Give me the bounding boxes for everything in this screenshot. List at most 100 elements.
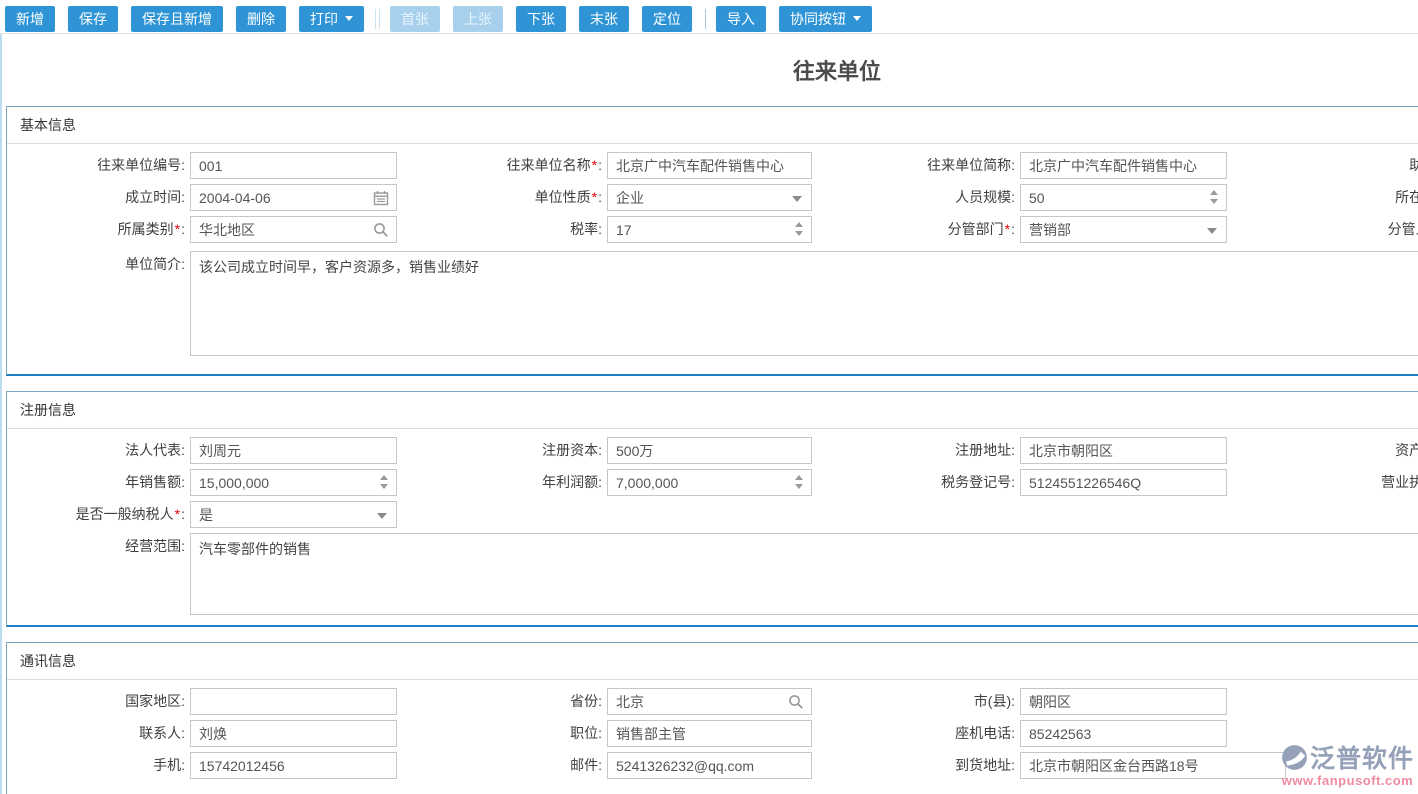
reg-capital-label: 注册资本:: [397, 437, 607, 464]
stepper-up-icon[interactable]: [795, 222, 803, 227]
number-stepper[interactable]: [795, 475, 803, 489]
basic-info-section-title: 基本信息: [7, 107, 1418, 144]
partner-code-field: [190, 152, 397, 179]
contact-person-input[interactable]: [191, 721, 396, 746]
form-row: 经营范围: 汽车零部件的销售: [7, 533, 1418, 615]
toolbar-divider: [375, 9, 380, 29]
position-input[interactable]: [608, 721, 811, 746]
tax-rate-input[interactable]: [608, 217, 811, 242]
tax-rate-label: 税率:: [397, 216, 607, 243]
tax-no-field: [1020, 469, 1227, 496]
legal-rep-input[interactable]: [191, 438, 396, 463]
toolbar: 新增 保存 保存且新增 删除 打印 首张 上张 下张 末张 定位 导入 协同按钮: [0, 0, 1418, 34]
partner-code-input[interactable]: [191, 153, 396, 178]
form-row: 国家地区: 省份: 市(县): 邮编:: [7, 688, 1418, 715]
intro-textarea[interactable]: 该公司成立时间早，客户资源多，销售业绩好: [190, 251, 1418, 356]
partner-name-label: 往来单位名称*:: [397, 152, 607, 179]
partner-name-input[interactable]: [608, 153, 811, 178]
fax-label: 传真:: [1260, 720, 1418, 747]
business-scope-textarea[interactable]: 汽车零部件的销售: [190, 533, 1418, 615]
business-scope-label: 经营范围:: [7, 533, 190, 560]
import-button[interactable]: 导入: [716, 6, 766, 32]
stepper-down-icon[interactable]: [795, 484, 803, 489]
print-button[interactable]: 打印: [299, 6, 364, 32]
number-stepper[interactable]: [795, 222, 803, 236]
country-input[interactable]: [191, 689, 396, 714]
stepper-up-icon[interactable]: [795, 475, 803, 480]
search-icon[interactable]: [373, 222, 389, 238]
stepper-up-icon[interactable]: [380, 475, 388, 480]
prev-record-button[interactable]: 上张: [453, 6, 503, 32]
mobile-field: [190, 752, 397, 779]
form-row: 法人代表: 注册资本: 注册地址: 资产规模:: [7, 437, 1418, 464]
reg-address-field: [1020, 437, 1227, 464]
stepper-down-icon[interactable]: [380, 484, 388, 489]
contact-info-section: 通讯信息 国家地区: 省份: 市(县): 邮编: 联系人: 职位: 座机电话:: [6, 642, 1418, 794]
save-and-new-button[interactable]: 保存且新增: [131, 6, 223, 32]
staff-size-input[interactable]: [1021, 185, 1226, 210]
mobile-input[interactable]: [191, 753, 396, 778]
email-input[interactable]: [608, 753, 811, 778]
dept-label: 分管部门*:: [812, 216, 1020, 243]
calendar-icon[interactable]: [373, 190, 389, 206]
basic-info-section: 基本信息 往来单位编号: 往来单位名称*: 往来单位简称: 助记码: 成立时间:…: [6, 106, 1418, 376]
category-label: 所属类别*:: [7, 216, 190, 243]
annual-profit-input[interactable]: [608, 470, 811, 495]
legal-rep-label: 法人代表:: [7, 437, 190, 464]
partner-shortname-input[interactable]: [1021, 153, 1226, 178]
contact-person-field: [190, 720, 397, 747]
email-field: [607, 752, 812, 779]
assets-label: 资产规模:: [1260, 437, 1418, 464]
locate-button[interactable]: 定位: [642, 6, 692, 32]
delete-button[interactable]: 删除: [236, 6, 286, 32]
reg-address-input[interactable]: [1021, 438, 1226, 463]
form-row: 年销售额: 年利润额: 税务登记号: 营业执照号:: [7, 469, 1418, 496]
form-row: 所属类别*: 税率: 分管部门*: 分管人员*:: [7, 216, 1418, 243]
position-label: 职位:: [397, 720, 607, 747]
form-row: 联系人: 职位: 座机电话: 传真:: [7, 720, 1418, 747]
founded-date-input[interactable]: [191, 185, 396, 210]
new-button[interactable]: 新增: [5, 6, 55, 32]
last-record-button[interactable]: 末张: [579, 6, 629, 32]
reg-capital-input[interactable]: [608, 438, 811, 463]
annual-sales-field: [190, 469, 397, 496]
landline-input[interactable]: [1021, 721, 1226, 746]
save-button[interactable]: 保存: [68, 6, 118, 32]
category-input[interactable]: [191, 217, 396, 242]
number-stepper[interactable]: [1210, 190, 1218, 204]
general-taxpayer-input[interactable]: [191, 502, 396, 527]
dept-select[interactable]: [1020, 216, 1227, 243]
country-field: [190, 688, 397, 715]
chevron-down-icon[interactable]: [377, 513, 387, 519]
city-input[interactable]: [1021, 689, 1226, 714]
number-stepper[interactable]: [380, 475, 388, 489]
first-record-button[interactable]: 首张: [390, 6, 440, 32]
province-input[interactable]: [608, 689, 811, 714]
dept-input[interactable]: [1021, 217, 1226, 242]
delivery-address-input[interactable]: [1021, 753, 1285, 778]
mnemonic-label: 助记码:: [1260, 152, 1418, 179]
annual-profit-field: [607, 469, 812, 496]
stepper-down-icon[interactable]: [1210, 199, 1218, 204]
province-field: [607, 688, 812, 715]
chevron-down-icon[interactable]: [1207, 228, 1217, 234]
form-row: 单位简介: 该公司成立时间早，客户资源多，销售业绩好: [7, 251, 1418, 356]
next-record-button[interactable]: 下张: [516, 6, 566, 32]
stepper-down-icon[interactable]: [795, 231, 803, 236]
page-left-border: [0, 34, 2, 794]
annual-sales-input[interactable]: [191, 470, 396, 495]
search-icon[interactable]: [788, 694, 804, 710]
company-nature-input[interactable]: [608, 185, 811, 210]
license-no-label: 营业执照号:: [1260, 469, 1418, 496]
collab-button[interactable]: 协同按钮: [779, 6, 872, 32]
tax-rate-field: [607, 216, 812, 243]
stepper-up-icon[interactable]: [1210, 190, 1218, 195]
general-taxpayer-select[interactable]: [190, 501, 397, 528]
chevron-down-icon[interactable]: [792, 196, 802, 202]
reg-address-label: 注册地址:: [812, 437, 1020, 464]
form-row: 手机: 邮件: 到货地址:: [7, 752, 1418, 779]
partner-name-field: [607, 152, 812, 179]
delivery-address-field: [1020, 752, 1286, 779]
company-nature-select[interactable]: [607, 184, 812, 211]
tax-no-input[interactable]: [1021, 470, 1226, 495]
